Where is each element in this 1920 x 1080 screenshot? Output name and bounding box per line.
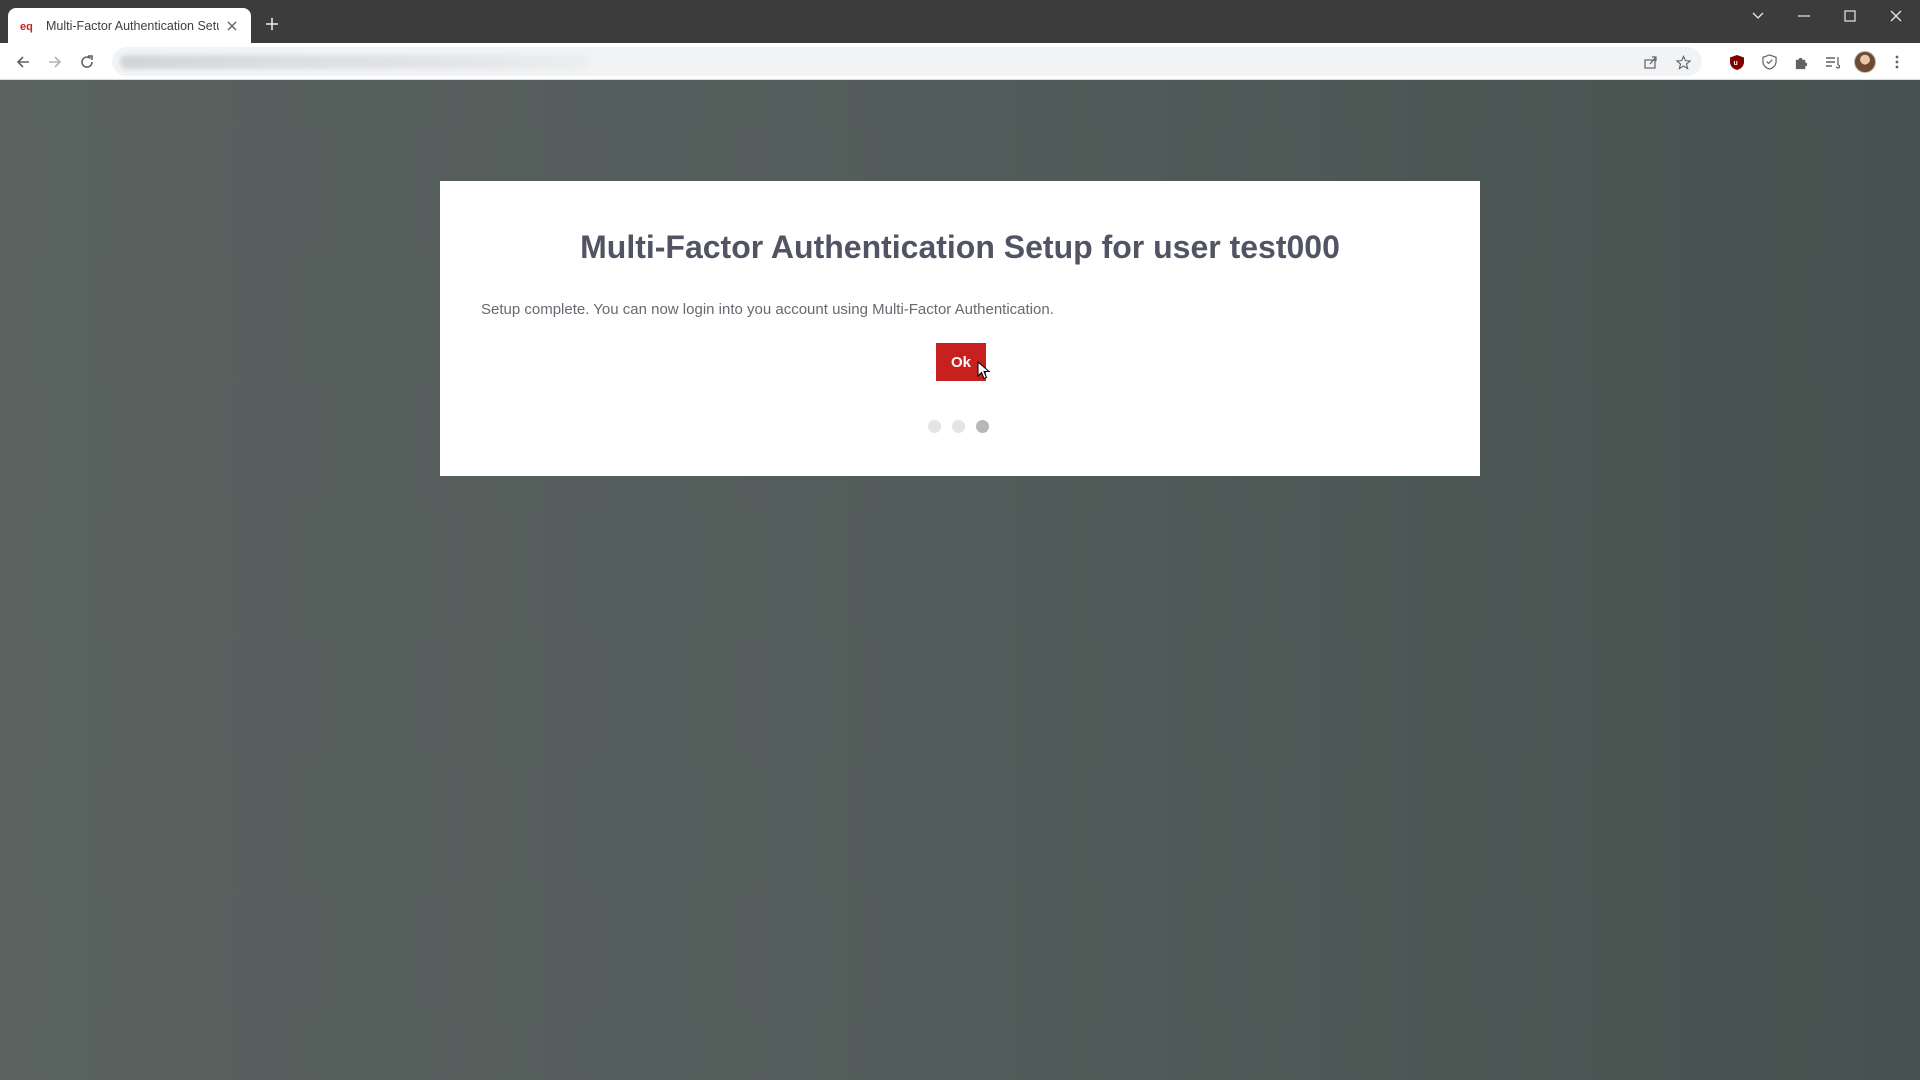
back-icon[interactable] (10, 49, 36, 75)
step-dot-active (976, 420, 989, 433)
svg-text:eq: eq (20, 21, 33, 33)
tab-title: Multi-Factor Authentication Setu (46, 18, 219, 33)
tab-close-icon[interactable] (223, 17, 241, 35)
reading-list-icon[interactable] (1820, 49, 1846, 75)
tab-search-icon[interactable] (1738, 4, 1778, 28)
share-icon[interactable] (1638, 49, 1664, 75)
minimize-icon[interactable] (1784, 4, 1824, 28)
privacy-shield-icon[interactable] (1756, 49, 1782, 75)
eq-logo-icon: eq (20, 18, 38, 34)
browser-toolbar: u (0, 43, 1920, 80)
setup-complete-message: Setup complete. You can now login into y… (481, 301, 1054, 318)
reload-icon[interactable] (74, 49, 100, 75)
blurred-url (120, 55, 590, 69)
browser-titlebar: eq Multi-Factor Authentication Setu (0, 0, 1920, 43)
new-tab-icon[interactable] (262, 14, 282, 34)
step-dot (952, 420, 965, 433)
browser-tab[interactable]: eq Multi-Factor Authentication Setu (8, 8, 251, 43)
mfa-setup-card: Multi-Factor Authentication Setup for us… (440, 181, 1480, 476)
mouse-pointer-icon (977, 361, 991, 380)
step-indicator (928, 420, 989, 433)
step-dot (928, 420, 941, 433)
page-viewport: Multi-Factor Authentication Setup for us… (0, 80, 1920, 1080)
maximize-icon[interactable] (1830, 4, 1870, 28)
close-icon[interactable] (1876, 4, 1916, 28)
avatar[interactable] (1852, 49, 1878, 75)
ublock-shield-icon[interactable]: u (1724, 49, 1750, 75)
address-bar[interactable] (112, 47, 1702, 76)
page-title: Multi-Factor Authentication Setup for us… (580, 229, 1340, 265)
puzzle-icon[interactable] (1788, 49, 1814, 75)
profile-avatar (1854, 51, 1876, 73)
kebab-menu-icon[interactable] (1884, 49, 1910, 75)
bookmark-star-icon[interactable] (1670, 49, 1696, 75)
svg-text:u: u (1734, 60, 1738, 67)
forward-icon[interactable] (42, 49, 68, 75)
